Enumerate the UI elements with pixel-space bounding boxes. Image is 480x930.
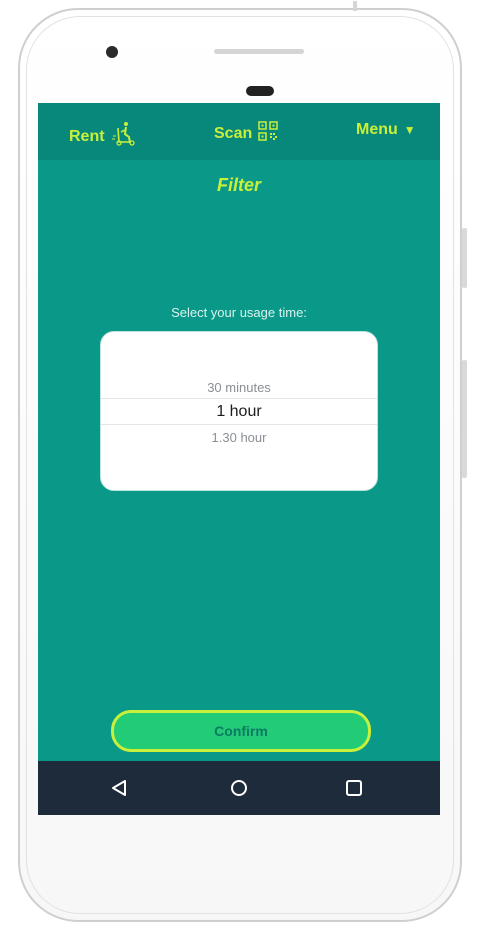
back-triangle-icon[interactable] — [105, 774, 133, 802]
top-navigation-bar: Rent Scan Menu ▼ — [38, 103, 440, 160]
qr-code-icon — [258, 121, 278, 146]
rent-label: Rent — [69, 127, 105, 145]
usage-time-prompt: Select your usage time: — [171, 305, 307, 320]
earpiece — [246, 86, 274, 96]
picker-option-selected[interactable]: 1 hour — [101, 403, 377, 421]
confirm-button[interactable]: Confirm — [111, 710, 371, 752]
picker-selection-top-line — [101, 398, 377, 399]
scan-tab[interactable]: Scan — [214, 121, 278, 146]
usage-time-picker[interactable]: 30 minutes 1 hour 1.30 hour — [100, 331, 378, 491]
volume-button — [462, 228, 467, 288]
chevron-down-icon: ▼ — [403, 123, 416, 137]
rent-tab[interactable]: Rent — [69, 121, 137, 152]
app-screen: Rent Scan Menu ▼ Filter Select your usag… — [38, 103, 440, 815]
scan-label: Scan — [214, 124, 253, 142]
recents-square-icon[interactable] — [340, 774, 368, 802]
picker-selection-bottom-line — [101, 424, 377, 425]
picker-option[interactable]: 30 minutes — [101, 380, 377, 395]
front-camera — [106, 46, 118, 58]
system-navigation-bar — [38, 761, 440, 815]
menu-button[interactable]: Menu ▼ — [356, 121, 416, 139]
picker-option[interactable]: 1.30 hour — [101, 430, 377, 445]
page-title: Filter — [216, 175, 261, 195]
scooter-icon — [111, 121, 137, 152]
speaker-grille — [214, 49, 304, 54]
menu-label: Menu — [356, 121, 398, 138]
power-button — [462, 360, 467, 478]
top-button — [353, 1, 357, 11]
home-circle-icon[interactable] — [225, 774, 253, 802]
